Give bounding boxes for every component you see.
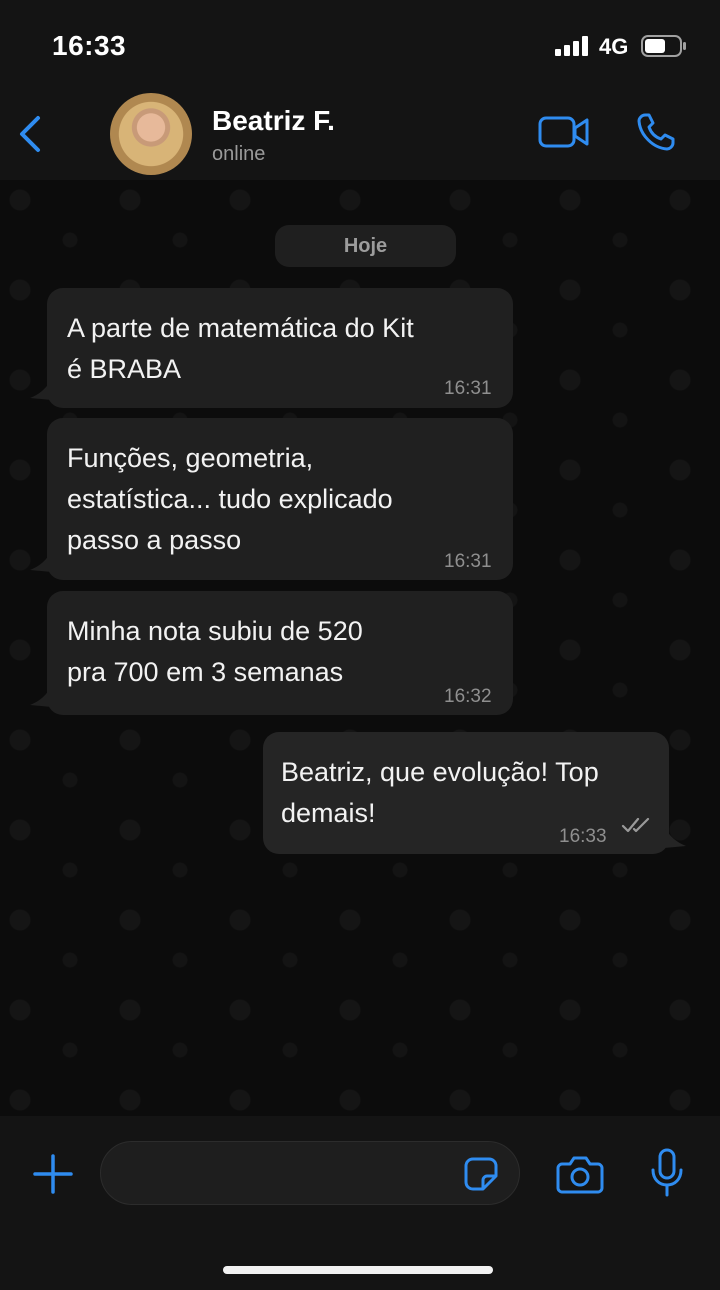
message-time: 16:33 (559, 826, 607, 847)
status-bar: 16:33 4G (0, 0, 720, 90)
message-input[interactable] (100, 1141, 520, 1205)
message-composer (0, 1116, 720, 1290)
bubble-tail (664, 826, 686, 848)
sticker-icon[interactable] (463, 1156, 499, 1192)
bubble-tail (30, 378, 52, 400)
message-text-line: é BRABA (67, 354, 182, 384)
phone-call-icon[interactable] (636, 112, 676, 152)
message-text-line: pra 700 em 3 semanas (67, 657, 344, 687)
contact-avatar[interactable] (110, 93, 192, 175)
battery-icon (641, 35, 686, 57)
message-time: 16:32 (444, 686, 492, 707)
message-text-line: Beatriz, que evolução! Top (281, 757, 599, 787)
incoming-message[interactable]: Minha nota subiu de 520 pra 700 em 3 sem… (47, 591, 513, 715)
microphone-icon[interactable] (650, 1148, 684, 1198)
chat-header: Beatriz F. online (0, 90, 720, 180)
incoming-message[interactable]: Funções, geometria, estatística... tudo … (47, 418, 513, 580)
camera-icon[interactable] (556, 1154, 604, 1194)
message-text-line: demais! (281, 798, 376, 828)
back-chevron-icon[interactable] (16, 114, 46, 154)
contact-name[interactable]: Beatriz F. (212, 105, 335, 137)
read-receipt-icon (621, 817, 650, 833)
message-text-line: passo a passo (67, 525, 242, 555)
message-time: 16:31 (444, 378, 492, 399)
signal-icon (555, 36, 588, 56)
incoming-message[interactable]: A parte de matemática do Kit é BRABA 16:… (47, 288, 513, 408)
contact-status: online (212, 143, 266, 165)
bubble-tail (30, 550, 52, 572)
video-call-icon[interactable] (538, 114, 590, 150)
message-text-line: Minha nota subiu de 520 (67, 616, 363, 646)
plus-icon[interactable] (32, 1153, 74, 1195)
chat-area[interactable]: Hoje A parte de matemática do Kit é BRAB… (0, 180, 720, 1116)
date-separator: Hoje (275, 225, 456, 267)
network-label: 4G (599, 34, 629, 59)
outgoing-message[interactable]: Beatriz, que evolução! Top demais! 16:33 (263, 732, 669, 854)
message-time: 16:31 (444, 551, 492, 572)
bubble-tail (30, 685, 52, 707)
home-indicator[interactable] (223, 1266, 493, 1274)
message-text-line: Funções, geometria, (67, 443, 314, 473)
message-text-line: estatística... tudo explicado (67, 484, 393, 514)
status-time: 16:33 (52, 30, 127, 61)
message-text-line: A parte de matemática do Kit (67, 313, 414, 343)
